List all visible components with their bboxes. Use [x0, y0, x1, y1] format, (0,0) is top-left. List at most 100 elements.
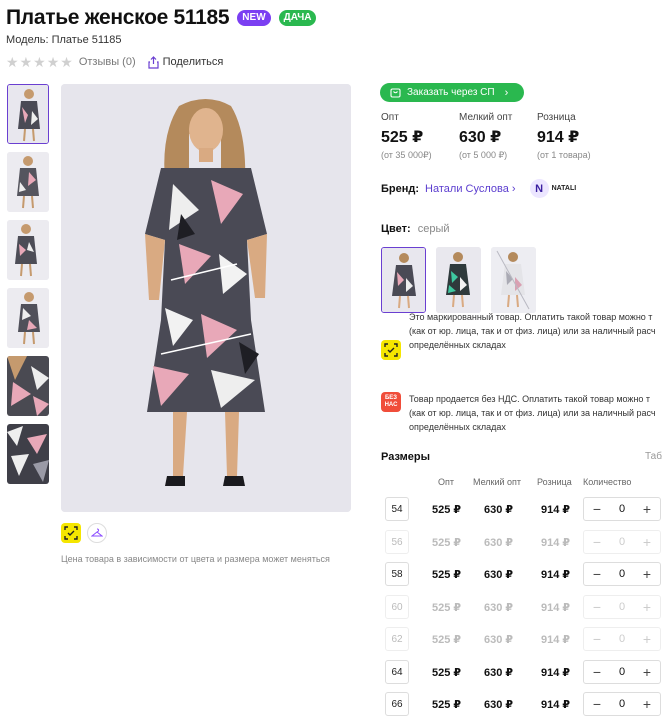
- price-condition: (от 1 товара): [537, 150, 591, 160]
- info-line: Это маркированный товар. Оплатить такой …: [409, 312, 653, 322]
- quantity-value[interactable]: 0: [619, 568, 625, 580]
- size-row: 56 525 ₽ 630 ₽ 914 ₽ − 0 +: [381, 530, 662, 556]
- thumbnail[interactable]: [7, 424, 49, 484]
- price-value: 630 ₽: [459, 129, 502, 146]
- size-row: 54 525 ₽ 630 ₽ 914 ₽ − 0 +: [381, 497, 662, 523]
- quantity-stepper[interactable]: − 0 +: [583, 692, 661, 716]
- size-label: 58: [385, 562, 409, 586]
- info-line: определённых складах: [409, 340, 506, 350]
- brand-label: Бренд:: [381, 182, 420, 195]
- size-label: 62: [385, 627, 409, 651]
- marking-info-lines: Это маркированный товар. Оплатить такой …: [409, 310, 662, 352]
- minus-icon[interactable]: −: [590, 664, 604, 680]
- quantity-value[interactable]: 0: [619, 536, 625, 548]
- col-small-opt: Мелкий опт: [473, 477, 522, 487]
- minus-icon[interactable]: −: [590, 599, 604, 615]
- plus-icon[interactable]: +: [640, 696, 654, 712]
- share-button[interactable]: Поделиться: [148, 55, 223, 69]
- price-retail: Розница 914 ₽ (от 1 товара): [537, 112, 615, 161]
- quantity-value[interactable]: 0: [619, 666, 625, 678]
- size-price-small-opt: 630 ₽: [484, 667, 514, 679]
- hanger-icon[interactable]: [87, 523, 107, 543]
- size-price-opt: 525 ₽: [432, 569, 462, 581]
- thumbnail[interactable]: [7, 220, 49, 280]
- minus-icon[interactable]: −: [590, 534, 604, 550]
- thumbnail-list: [7, 84, 49, 492]
- size-price-opt: 525 ₽: [432, 537, 462, 549]
- size-price-retail: 914 ₽: [541, 602, 571, 614]
- sizes-column-headers: Опт Мелкий опт Розница Количество: [381, 477, 662, 489]
- size-price-small-opt: 630 ₽: [484, 602, 514, 614]
- size-price-small-opt: 630 ₽: [484, 634, 514, 646]
- reviews-link[interactable]: Отзывы (0): [79, 56, 136, 68]
- marking-icon[interactable]: [61, 523, 81, 543]
- dress-image: [7, 288, 49, 348]
- price-value: 914 ₽: [537, 129, 580, 146]
- star-icon: ★: [46, 54, 60, 70]
- quantity-stepper[interactable]: − 0 +: [583, 562, 661, 586]
- thumbnail[interactable]: [7, 84, 49, 144]
- size-price-retail: 914 ₽: [541, 699, 571, 711]
- size-price-retail: 914 ₽: [541, 569, 571, 581]
- product-header: Платье женское 51185 NEW ДАЧА: [6, 6, 317, 30]
- no-vat-icon: БЕЗ НАС: [381, 392, 401, 412]
- col-opt: Опт: [438, 477, 454, 487]
- product-model: Модель: Платье 51185: [6, 34, 122, 46]
- price-condition: (от 5 000 ₽): [459, 150, 508, 160]
- quantity-value[interactable]: 0: [619, 633, 625, 645]
- order-via-sp-button[interactable]: Заказать через СП ›: [380, 83, 524, 102]
- size-row: 66 525 ₽ 630 ₽ 914 ₽ − 0 +: [381, 692, 662, 716]
- brand-name: Натали Суслова: [425, 182, 509, 195]
- thumbnail[interactable]: [7, 152, 49, 212]
- color-swatch-green[interactable]: [436, 247, 481, 313]
- dress-fabric-image: [7, 424, 49, 484]
- plus-icon[interactable]: +: [640, 501, 654, 517]
- plus-icon[interactable]: +: [640, 534, 654, 550]
- info-line: (как от юр. лица, так и от физ. лица) ил…: [409, 408, 656, 418]
- plus-icon[interactable]: +: [640, 631, 654, 647]
- dress-photo: [61, 84, 351, 512]
- quantity-stepper[interactable]: − 0 +: [583, 530, 661, 554]
- minus-icon[interactable]: −: [590, 566, 604, 582]
- brand-logo[interactable]: N NATALI: [529, 179, 576, 198]
- brand-link[interactable]: Натали Суслова ›: [425, 183, 516, 195]
- main-product-photo[interactable]: [61, 84, 351, 512]
- info-line: Товар продается без НДС. Оплатить такой …: [409, 394, 651, 404]
- star-icon: ★: [19, 54, 33, 70]
- price-label: Мелкий опт: [459, 112, 513, 123]
- product-title: Платье женское 51185: [6, 6, 230, 29]
- star-icon: ★: [60, 54, 73, 70]
- quantity-stepper[interactable]: − 0 +: [583, 660, 661, 684]
- size-row: 58 525 ₽ 630 ₽ 914 ₽ − 0 +: [381, 562, 662, 588]
- share-icon: [148, 55, 159, 69]
- plus-icon[interactable]: +: [640, 566, 654, 582]
- color-swatch-white[interactable]: [491, 247, 536, 313]
- minus-icon[interactable]: −: [590, 631, 604, 647]
- brand-logo-icon: N: [529, 179, 549, 198]
- quantity-value[interactable]: 0: [619, 698, 625, 710]
- minus-icon[interactable]: −: [590, 696, 604, 712]
- size-label: 64: [385, 660, 409, 684]
- price-note: Цена товара в зависимости от цвета и раз…: [61, 554, 330, 564]
- plus-icon[interactable]: +: [640, 664, 654, 680]
- quantity-value[interactable]: 0: [619, 503, 625, 515]
- no-vat-info: БЕЗ НАС Товар продается без НДС. Оплатит…: [381, 392, 662, 434]
- color-swatch-gray[interactable]: [381, 247, 426, 313]
- plus-icon[interactable]: +: [640, 599, 654, 615]
- size-row: 62 525 ₽ 630 ₽ 914 ₽ − 0 +: [381, 627, 662, 653]
- size-table-link[interactable]: Табл: [645, 451, 662, 462]
- quantity-value[interactable]: 0: [619, 601, 625, 613]
- brand-row: Бренд: Натали Суслова › N NATALI: [381, 179, 576, 198]
- thumbnail[interactable]: [7, 356, 49, 416]
- quantity-stepper[interactable]: − 0 +: [583, 627, 661, 651]
- quantity-stepper[interactable]: − 0 +: [583, 497, 661, 521]
- dress-image: [436, 247, 481, 313]
- minus-icon[interactable]: −: [590, 501, 604, 517]
- size-price-small-opt: 630 ₽: [484, 537, 514, 549]
- col-retail: Розница: [537, 477, 572, 487]
- quantity-stepper[interactable]: − 0 +: [583, 595, 661, 619]
- size-price-small-opt: 630 ₽: [484, 504, 514, 516]
- size-price-opt: 525 ₽: [432, 602, 462, 614]
- price-label: Опт: [381, 112, 399, 123]
- thumbnail[interactable]: [7, 288, 49, 348]
